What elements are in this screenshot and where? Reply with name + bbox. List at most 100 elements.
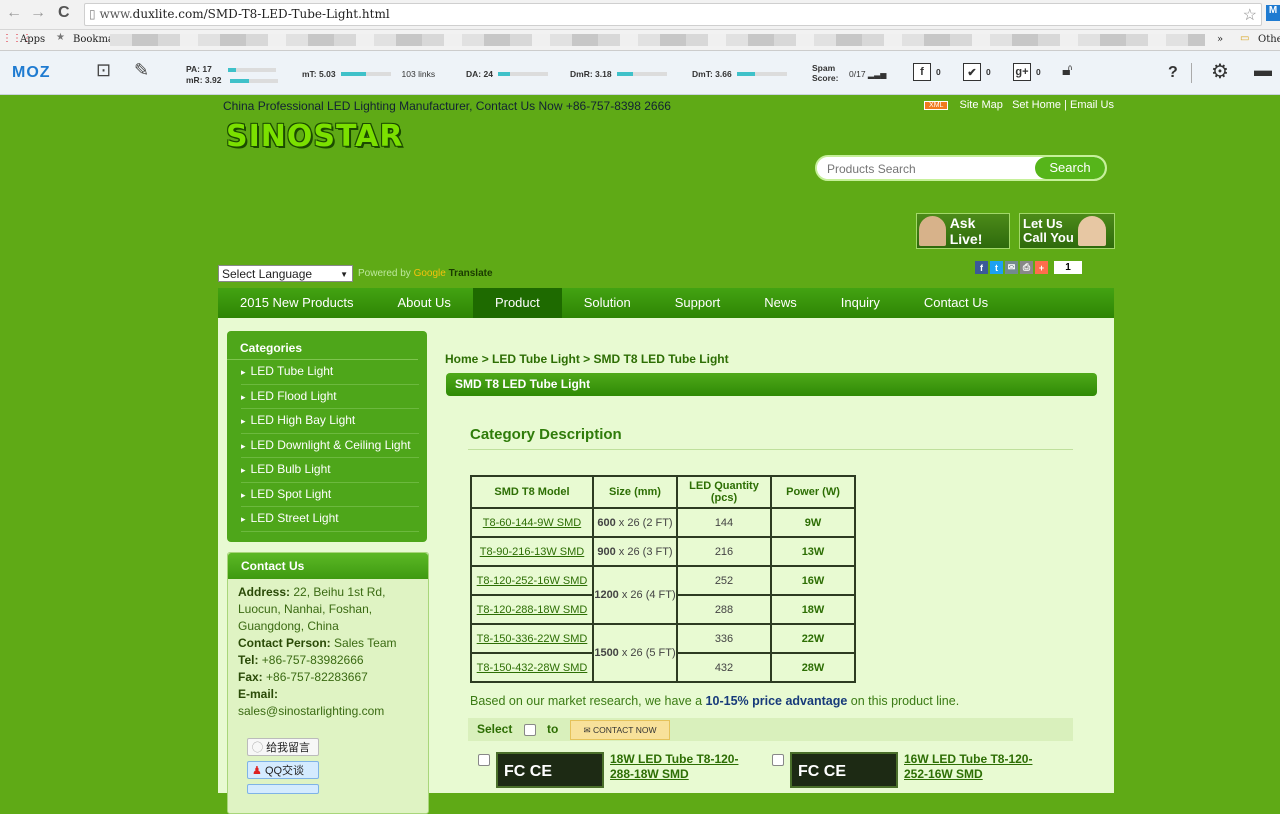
menu-icon[interactable]: ▬ — [1254, 60, 1272, 81]
language-select-value: Select Language — [222, 267, 313, 281]
breadcrumb-home[interactable]: Home — [445, 352, 478, 366]
contact-details: Address: 22, Beihu 1st Rd, Luocun, Nanha… — [228, 579, 428, 725]
product-card: FC CE 18W LED Tube T8-120-288-18W SMD — [478, 752, 740, 788]
reload-icon[interactable]: C — [58, 4, 70, 22]
price-advantage-text: Based on our market research, we have a … — [470, 694, 959, 708]
google-label: Google — [413, 268, 446, 279]
apps-link[interactable]: Apps — [20, 34, 45, 45]
model-cell: T8-60-144-9W SMD — [470, 507, 594, 538]
dropdown-arrow-icon: ▼ — [340, 270, 348, 279]
header-tagline: China Professional LED Lighting Manufact… — [223, 99, 671, 113]
email-label: E-mail: — [238, 687, 279, 701]
category-item[interactable]: LED Bulb Light — [241, 458, 419, 483]
col-model: SMD T8 Model — [470, 475, 594, 509]
facebook-count: 0 — [936, 67, 941, 77]
page-analysis-icon[interactable]: ⊡ — [96, 60, 111, 81]
da-metric: DA: 24 — [466, 69, 548, 79]
breadcrumb-current[interactable]: SMD T8 LED Tube Light — [594, 352, 729, 366]
model-link[interactable]: T8-60-144-9W SMD — [483, 517, 581, 529]
model-link[interactable]: T8-120-252-16W SMD — [477, 575, 588, 587]
twitter-share[interactable]: ✔ 0 — [963, 63, 991, 81]
col-size: Size (mm) — [592, 475, 678, 509]
xml-feed-badge[interactable]: XML — [924, 100, 949, 110]
qq-chat-button[interactable]: ♟ QQ交谈 — [247, 761, 319, 779]
settings-gear-icon[interactable]: ⚙ — [1211, 59, 1229, 84]
category-item[interactable]: LED Street Light — [241, 507, 419, 532]
nav-about-us[interactable]: About Us — [375, 288, 472, 318]
facebook-share[interactable]: f0 — [913, 63, 941, 81]
product-image[interactable]: FC CE — [496, 752, 604, 788]
help-icon[interactable]: ? — [1168, 64, 1178, 82]
power-cell: 28W — [770, 652, 856, 683]
product-image[interactable]: FC CE — [790, 752, 898, 788]
contact-title: Contact Us — [228, 553, 428, 579]
ask-live-button[interactable]: Ask Live! — [916, 213, 1010, 249]
contact-now-button[interactable]: ✉ CONTACT NOW — [570, 720, 670, 740]
search-button[interactable]: Search — [1035, 157, 1105, 179]
forward-icon[interactable]: → — [30, 4, 46, 22]
model-link[interactable]: T8-90-216-13W SMD — [480, 546, 585, 558]
leave-message-label: 给我留言 — [266, 742, 311, 754]
product-title-link[interactable]: 16W LED Tube T8-120-252-16W SMD — [904, 752, 1034, 788]
back-icon[interactable]: ← — [6, 4, 22, 22]
twitter-share-icon[interactable]: t — [990, 261, 1003, 274]
translate-label: Translate — [448, 268, 493, 279]
lock-icon[interactable]: 🔓︎ — [1062, 62, 1072, 80]
model-cell: T8-120-252-16W SMD — [470, 565, 594, 596]
share-buttons: f t ✉ ⎙ + 1 — [975, 261, 1082, 274]
set-home-link[interactable]: Set Home | — [1012, 99, 1067, 111]
breadcrumb: Home > LED Tube Light > SMD T8 LED Tube … — [445, 352, 729, 366]
email-us-link[interactable]: Email Us — [1070, 99, 1114, 111]
language-select[interactable]: Select Language ▼ — [218, 265, 353, 282]
model-link[interactable]: T8-120-288-18W SMD — [477, 604, 588, 616]
model-cell: T8-120-288-18W SMD — [470, 594, 594, 625]
nav-new-products[interactable]: 2015 New Products — [218, 288, 375, 318]
facebook-share-icon[interactable]: f — [975, 261, 988, 274]
category-item[interactable]: LED Downlight & Ceiling Light — [241, 434, 419, 458]
breadcrumb-led-tube[interactable]: LED Tube Light — [492, 352, 580, 366]
nav-product[interactable]: Product — [472, 288, 562, 318]
address-bar[interactable]: ▯ www.duxlite.com/SMD-T8-LED-Tube-Light.… — [84, 3, 1262, 26]
category-item[interactable]: LED Flood Light — [241, 385, 419, 409]
googleplus-share[interactable]: g+ 0 — [1013, 63, 1041, 81]
model-link[interactable]: T8-150-432-28W SMD — [477, 662, 588, 674]
product-checkbox[interactable] — [478, 754, 490, 766]
email-value[interactable]: sales@sinostarlighting.com — [238, 704, 384, 718]
bookmark-star-icon: ★ — [56, 32, 65, 43]
breadcrumb-separator: > — [583, 352, 591, 366]
nav-solution[interactable]: Solution — [562, 288, 653, 318]
size-length: 1500 — [594, 647, 619, 659]
category-item[interactable]: LED Tube Light — [241, 360, 419, 385]
nav-news[interactable]: News — [742, 288, 819, 318]
nav-contact-us[interactable]: Contact Us — [902, 288, 1010, 318]
site-map-link[interactable]: Site Map — [960, 99, 1003, 111]
size-rest: x 26 (4 FT) — [618, 589, 676, 601]
product-checkbox[interactable] — [772, 754, 784, 766]
leave-message-button[interactable]: ◯ 给我留言 — [247, 738, 319, 756]
nav-support[interactable]: Support — [653, 288, 743, 318]
other-bookmarks[interactable]: Othe — [1258, 34, 1280, 45]
tel-value: +86-757-83982666 — [261, 653, 364, 667]
support-agent-avatar — [919, 216, 946, 246]
select-all-checkbox[interactable] — [523, 723, 536, 736]
bookmarks-overflow[interactable]: » — [1217, 34, 1223, 45]
addthis-plus-icon[interactable]: + — [1035, 261, 1048, 274]
highlight-pencil-icon[interactable]: ✎ — [134, 60, 149, 81]
product-cert-logo: FC CE — [504, 763, 552, 780]
star-icon[interactable]: ☆ — [1243, 4, 1257, 25]
extension-icon[interactable]: M — [1266, 5, 1280, 21]
email-share-icon[interactable]: ✉ — [1005, 261, 1018, 274]
category-item[interactable]: LED High Bay Light — [241, 409, 419, 434]
contact-person-label: Contact Person: — [238, 636, 331, 650]
nav-inquiry[interactable]: Inquiry — [819, 288, 902, 318]
call-you-button[interactable]: Let Us Call You — [1019, 213, 1115, 249]
print-share-icon[interactable]: ⎙ — [1020, 261, 1033, 274]
breadcrumb-separator: > — [481, 352, 489, 366]
product-title-link[interactable]: 18W LED Tube T8-120-288-18W SMD — [610, 752, 740, 788]
sinostar-logo[interactable]: SINOSTAR — [226, 119, 403, 154]
search-input[interactable] — [817, 157, 1029, 179]
address-label: Address: — [238, 585, 291, 599]
size-rest: x 26 (5 FT) — [618, 647, 676, 659]
model-link[interactable]: T8-150-336-22W SMD — [477, 633, 588, 645]
category-item[interactable]: LED Spot Light — [241, 483, 419, 507]
